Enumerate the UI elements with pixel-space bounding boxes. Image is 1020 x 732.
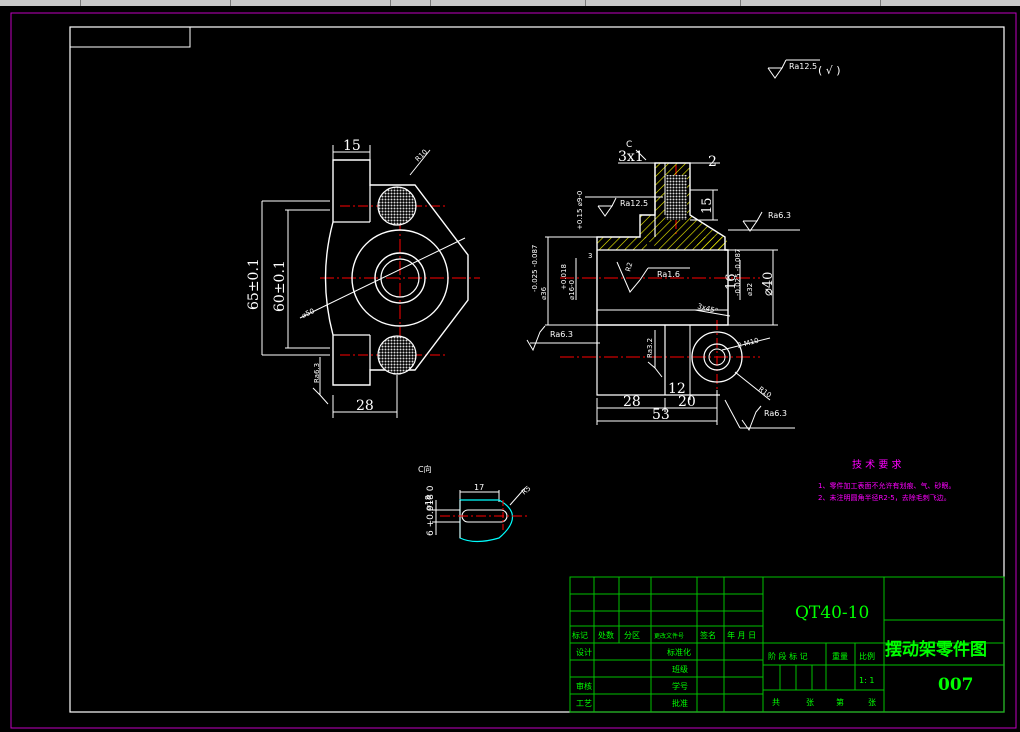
- dim-2: 2: [708, 154, 717, 170]
- dim-20: 20: [678, 394, 696, 410]
- c-view: C向 17 R5 6 +0.018 0 ⌀18: [418, 464, 532, 543]
- surface-ra125: Ra12.5: [620, 199, 648, 208]
- lbl-class: 班级: [672, 664, 688, 674]
- roughness-suffix: ( √ ): [818, 64, 841, 77]
- surface-ra32: Ra3.2: [646, 338, 654, 358]
- dim-r10: R10: [414, 148, 429, 163]
- cad-drawing-canvas[interactable]: Ra12.5 ( √ ) 15 28 65±0.1 60±0.1 ⌀50 R10…: [0, 6, 1020, 732]
- roughness-symbol: Ra12.5: [789, 62, 817, 71]
- dim-3: 3: [588, 252, 592, 260]
- bore-right-dia: ⌀32: [746, 283, 754, 296]
- bore-small-tol: +0.018: [560, 264, 568, 290]
- lbl-approve: 批准: [672, 698, 688, 708]
- lbl-number: 第: [836, 697, 844, 707]
- tech-requirements: 技 术 要 求 1、零件加工表面不允许有划痕、气、砂眼。 2、未注明圆角半径R2…: [818, 458, 955, 502]
- surface-ra63-section-left: Ra6.3: [550, 330, 573, 339]
- hdr-date: 年 月 日: [727, 630, 756, 640]
- lbl-standard: 标准化: [667, 647, 691, 657]
- lbl-weight: 重量: [832, 651, 848, 661]
- bore-small-dia: ⌀16-0: [568, 280, 576, 300]
- material-label: QT40-10: [795, 603, 869, 623]
- title-block-text: QT40-10 摆动架零件图 007 1: 1 标记 处数 分区 更改文件号 签…: [572, 603, 987, 708]
- lbl-id: 学号: [672, 681, 688, 691]
- surface-ra63-left: Ra6.3: [313, 363, 321, 383]
- hdr-count: 处数: [598, 630, 614, 640]
- lbl-check: 审核: [576, 681, 592, 691]
- surface-ra63-bottom: Ra6.3: [764, 409, 787, 418]
- part-name: 摆动架零件图: [885, 639, 987, 660]
- tech-item-2: 2、未注明圆角半径R2-5，去除毛刺飞边。: [818, 493, 951, 502]
- dim-15-tab: 15: [700, 197, 715, 214]
- section-view: 3x1 C 2 15 +0.15 ⌀9-0 Ra12.5 Ra6.3 -0.02…: [526, 140, 800, 432]
- c-view-dim-r5: R5: [520, 484, 532, 496]
- dim-60: 60±0.1: [272, 260, 288, 312]
- lbl-sheet: 张: [868, 698, 876, 707]
- hdr-change: 更改文件号: [654, 632, 684, 640]
- surface-ra16: Ra1.6: [657, 270, 680, 279]
- lbl-process: 工艺: [576, 699, 592, 708]
- hdr-zone: 分区: [624, 631, 640, 640]
- hdr-mark: 标记: [572, 630, 588, 640]
- dim-28-section: 28: [623, 394, 641, 410]
- bolt-hole-bottom: [377, 335, 417, 375]
- thread-2-m10: 2-M10: [736, 337, 759, 350]
- dim-phi50: ⌀50: [300, 307, 315, 320]
- lbl-sheets: 张: [806, 698, 814, 707]
- tech-item-1: 1、零件加工表面不允许有划痕、气、砂眼。: [818, 481, 955, 490]
- lbl-total: 共: [772, 698, 780, 707]
- chamfer-3x1: 3x1: [618, 149, 644, 165]
- tech-title: 技 术 要 求: [852, 458, 902, 471]
- lbl-scale: 比例: [859, 651, 875, 661]
- frame-tag-box: [69, 26, 191, 48]
- dim-r2: R2: [624, 261, 634, 272]
- bore-left-tol: -0.025 -0.087: [531, 245, 539, 292]
- dim-16: 16: [724, 273, 739, 290]
- bolt-hole-top: [377, 186, 417, 226]
- chamfer-3x45: 3x45°: [696, 302, 718, 315]
- lbl-design: 设计: [576, 647, 592, 657]
- c-view-dim-17: 17: [474, 483, 484, 492]
- dim-53: 53: [652, 407, 670, 423]
- dim-65: 65±0.1: [246, 258, 262, 310]
- left-view: 15 28 65±0.1 60±0.1 ⌀50 R10 Ra6.3: [246, 138, 480, 418]
- c-view-label: C向: [418, 464, 432, 474]
- hdr-sign: 签名: [700, 630, 716, 640]
- drawing-number: 007: [938, 675, 974, 695]
- dim-28: 28: [356, 398, 374, 414]
- c-view-dim-phi18: ⌀18: [424, 495, 433, 510]
- tab-tolerance: +0.15 ⌀9-0: [576, 191, 584, 230]
- surface-ra63-right: Ra6.3: [768, 211, 791, 220]
- radius-r10-small: R10: [757, 385, 773, 399]
- view-label-c: C: [626, 140, 632, 150]
- dim-15: 15: [343, 138, 361, 154]
- scale-value: 1: 1: [859, 676, 874, 685]
- bore-left-dia: ⌀36: [540, 286, 548, 300]
- dim-phi40: ⌀40: [761, 272, 776, 296]
- roughness-note: Ra12.5 ( √ ): [767, 59, 841, 79]
- lbl-stage: 阶 段 标 记: [768, 651, 808, 661]
